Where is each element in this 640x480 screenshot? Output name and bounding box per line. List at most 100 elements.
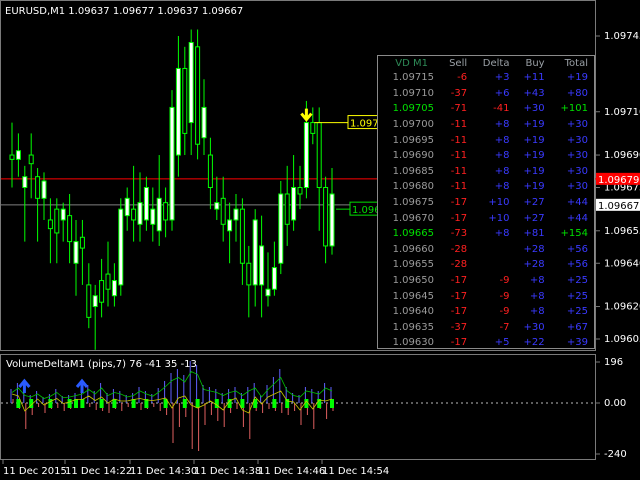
vd-cell-total: +19 [566, 72, 588, 84]
candle-body [54, 208, 60, 234]
vd-cell-buy: +27 [523, 212, 545, 224]
candle[interactable] [265, 252, 271, 307]
candle[interactable] [41, 172, 47, 220]
candle[interactable] [9, 122, 15, 188]
candle[interactable] [79, 219, 85, 285]
candle[interactable] [92, 284, 98, 350]
candle[interactable] [316, 107, 322, 231]
candle[interactable] [156, 155, 162, 246]
candle-body [291, 187, 297, 221]
candle[interactable] [284, 165, 290, 246]
vd-cell-price: 1.09655 [392, 259, 434, 271]
candle[interactable] [207, 137, 213, 210]
vd-cell-total: +56 [566, 243, 588, 255]
vd-cell-price: 1.09665 [392, 228, 434, 240]
candle-body [156, 197, 162, 232]
candle[interactable] [239, 198, 245, 285]
candle[interactable] [131, 165, 137, 242]
candle[interactable] [175, 36, 181, 177]
vd-cell-total: +25 [566, 275, 588, 287]
vd-cell-delta: +8 [494, 228, 510, 240]
candle[interactable] [60, 202, 66, 242]
vd-cell-delta: +6 [494, 87, 510, 99]
candle[interactable] [329, 168, 335, 255]
candle[interactable] [246, 245, 252, 318]
candle[interactable] [15, 133, 21, 177]
candle[interactable] [150, 187, 156, 242]
price-label: 1.09605 [604, 334, 640, 345]
candle[interactable] [259, 215, 265, 318]
candle[interactable] [195, 29, 201, 160]
volume-delta-panel: VD M1 Sell Delta Buy Total 1.09715 -6 +3 +11 +19… [377, 55, 595, 349]
candle[interactable] [182, 46, 188, 156]
candle[interactable] [124, 187, 130, 231]
time-label: 11 Dec 14:38 [194, 466, 261, 477]
candle[interactable] [252, 209, 258, 307]
vd-cell-delta: +3 [494, 72, 510, 84]
candle[interactable] [297, 165, 303, 210]
vd-cell-buy: +8 [529, 290, 545, 302]
candle[interactable] [278, 181, 284, 275]
vd-cell-buy: +8 [529, 275, 545, 287]
delta-box [112, 399, 117, 408]
delta-box [48, 399, 53, 408]
candle[interactable] [28, 133, 34, 199]
candle-body [15, 150, 21, 160]
candle-body [188, 41, 194, 124]
vd-cell-price: 1.09685 [392, 165, 434, 177]
vd-cell-price: 1.09690 [392, 150, 434, 162]
candle-body [105, 273, 111, 290]
candle-body [131, 208, 137, 221]
candle[interactable] [188, 29, 194, 156]
vd-cell-sell: -37 [450, 87, 468, 99]
candle[interactable] [137, 172, 143, 242]
candle[interactable] [271, 241, 277, 296]
candle[interactable] [323, 176, 329, 264]
candle[interactable] [220, 176, 226, 242]
candle[interactable] [169, 90, 175, 231]
candle[interactable] [227, 202, 233, 264]
vd-cell-total: +101 [560, 103, 588, 115]
vd-cell-total: +44 [566, 212, 588, 224]
vd-cell-price: 1.09695 [392, 134, 434, 146]
candle-body [86, 284, 92, 318]
candle[interactable] [310, 107, 316, 145]
vd-cell-sell: -17 [450, 197, 468, 209]
candle-body [35, 176, 41, 199]
vd-cell-buy: +43 [523, 87, 545, 99]
candle[interactable] [214, 176, 220, 220]
candle[interactable] [86, 263, 92, 329]
candle[interactable] [111, 263, 117, 307]
candle[interactable] [201, 79, 207, 156]
price-label: 1.09690 [604, 150, 640, 161]
time-label: 11 Dec 14:30 [130, 466, 197, 477]
vd-cell-buy: +28 [523, 259, 545, 271]
candle[interactable] [99, 258, 105, 318]
table-row: 1.09675 -17 +10 +27 +44 [378, 195, 594, 211]
candle[interactable] [163, 187, 169, 238]
candle[interactable] [118, 198, 124, 296]
candle[interactable] [22, 165, 28, 242]
indicator-axis-label: -240 [604, 449, 627, 460]
candle[interactable] [233, 193, 239, 242]
vd-cell-delta: +8 [494, 181, 510, 193]
candle-body [195, 46, 201, 145]
price-axis: 1.097451.097101.096901.096751.096551.096… [596, 31, 640, 345]
candles[interactable] [9, 29, 335, 350]
price-label: 1.09710 [604, 107, 640, 118]
candle[interactable] [54, 198, 60, 264]
time-label: 11 Dec 14:22 [65, 466, 132, 477]
candle-body [201, 106, 207, 139]
vd-cell-price: 1.09660 [392, 243, 434, 255]
vd-cell-total: +30 [566, 134, 588, 146]
candle[interactable] [291, 155, 297, 231]
candle[interactable] [143, 176, 149, 231]
table-row: 1.09715 -6 +3 +11 +19 [378, 70, 594, 86]
candle[interactable] [73, 219, 79, 296]
candle-body [239, 208, 245, 264]
vd-cell-delta: +8 [494, 134, 510, 146]
vd-cell-total: +30 [566, 181, 588, 193]
candle[interactable] [105, 241, 111, 307]
indicator-axis-label: 0.00 [604, 398, 626, 409]
candle[interactable] [47, 198, 53, 264]
